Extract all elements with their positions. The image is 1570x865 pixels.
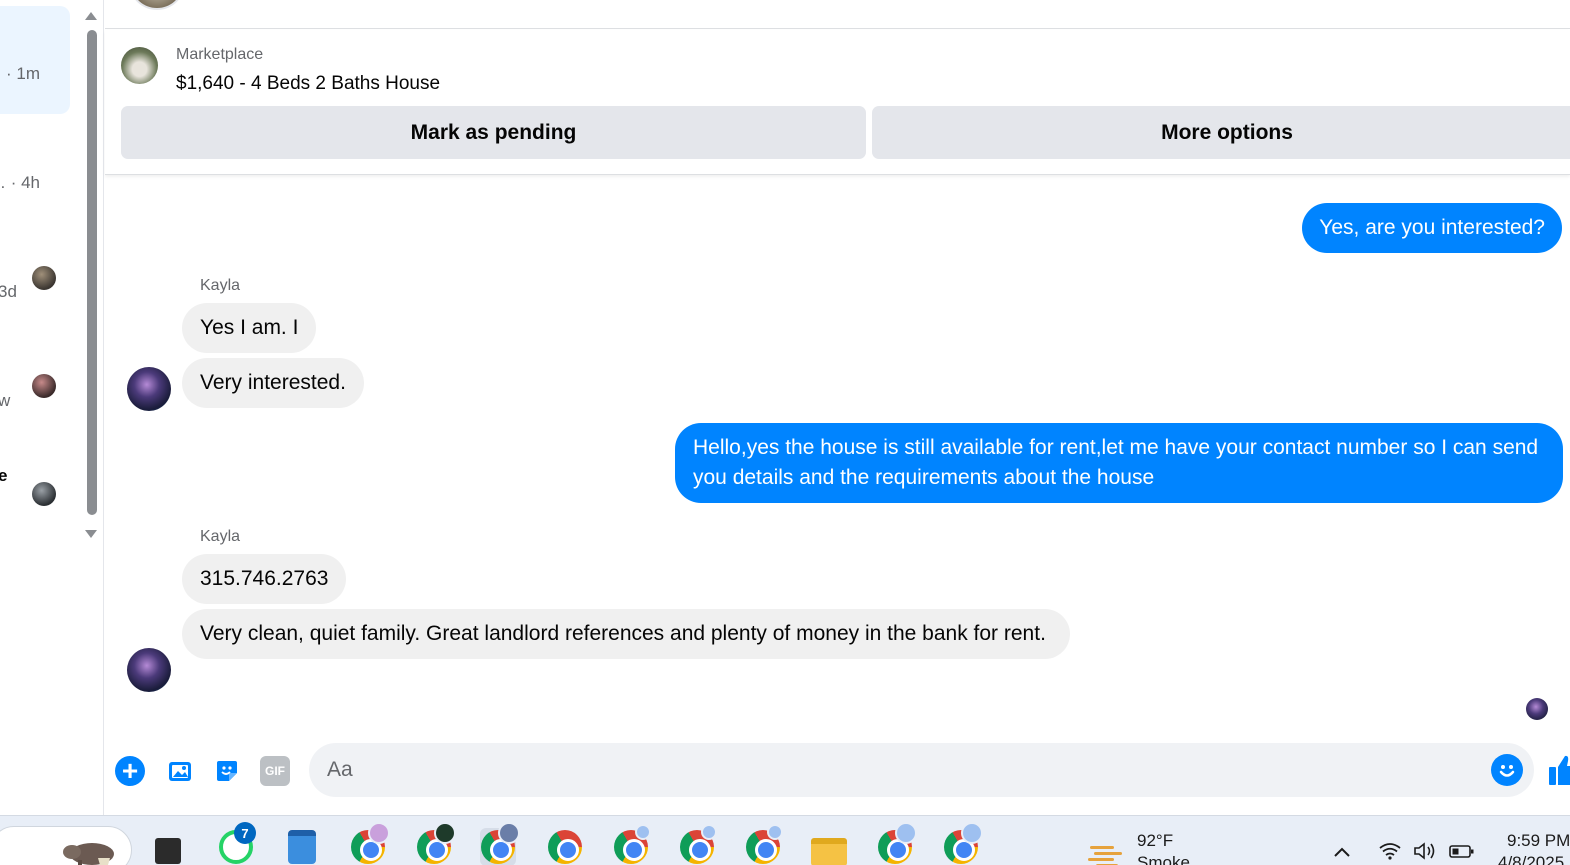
battery-icon[interactable] <box>1449 842 1475 865</box>
screen: · 1m … · 4h 3d w e Marketplace $1, <box>0 0 1570 865</box>
chrome-profile-icon[interactable] <box>613 824 651 865</box>
weather-description[interactable]: Smoke <box>1137 853 1190 865</box>
speaker-icon[interactable] <box>1413 842 1439 865</box>
whatsapp-badge: 7 <box>234 822 256 844</box>
chat-list-item[interactable]: … · 4h <box>0 116 70 224</box>
chrome-app-icon[interactable] <box>547 828 583 865</box>
sender-name: Kayla <box>200 277 241 294</box>
chat-list-scrollbar[interactable] <box>80 0 102 545</box>
chat-time: … · 4h <box>0 173 40 192</box>
scrollbar-thumb[interactable] <box>87 30 97 515</box>
taskbar: 7 92°F Smoke 9:59 PM 4/8/2025 <box>0 815 1570 865</box>
message-composer: + GIF <box>105 735 1570 805</box>
weather-temperature[interactable]: 92°F <box>1137 831 1173 851</box>
chrome-profile-icon[interactable] <box>877 822 917 865</box>
chat-time: · 1m <box>6 64 40 83</box>
outgoing-message[interactable]: Yes, are you interested? <box>1302 203 1562 253</box>
chrome-profile-icon[interactable] <box>416 822 456 865</box>
thumbs-up-icon[interactable] <box>1549 753 1570 789</box>
chevron-up-icon[interactable] <box>1333 842 1351 863</box>
wifi-icon[interactable] <box>1378 842 1402 865</box>
conversation-panel: Marketplace $1,640 - 4 Beds 2 Baths Hous… <box>105 0 1570 815</box>
more-options-button[interactable]: More options <box>872 106 1570 159</box>
marketplace-listing-header: Marketplace $1,640 - 4 Beds 2 Baths Hous… <box>105 30 1570 175</box>
chat-list-item[interactable]: · 1m <box>0 6 70 114</box>
sender-name: Kayla <box>200 528 241 545</box>
sender-avatar[interactable] <box>127 367 171 411</box>
mark-as-pending-button[interactable]: Mark as pending <box>121 106 866 159</box>
chat-list-item[interactable]: 3d <box>0 226 70 334</box>
incoming-message[interactable]: 315.746.2763 <box>182 554 347 604</box>
smoke-weather-icon[interactable] <box>1088 844 1124 865</box>
chat-seen-avatar <box>32 374 56 398</box>
chrome-profile-icon[interactable] <box>679 824 717 865</box>
listing-thumbnail[interactable] <box>121 47 158 84</box>
chat-list-item[interactable]: e <box>0 446 70 554</box>
chat-seen-avatar <box>32 266 56 290</box>
chat-time: w <box>0 391 11 410</box>
sender-avatar[interactable] <box>127 648 171 692</box>
chrome-profile-icon[interactable] <box>745 824 783 865</box>
marketplace-label: Marketplace <box>176 46 264 63</box>
chat-preview-text: e <box>0 466 8 485</box>
outgoing-message[interactable]: Hello,yes the house is still available f… <box>675 423 1563 503</box>
message-input[interactable] <box>309 743 1534 797</box>
seen-receipt-avatar <box>1526 698 1548 720</box>
file-explorer-icon[interactable] <box>811 828 847 865</box>
scroll-down-arrow-icon[interactable] <box>85 530 97 538</box>
divider <box>105 28 1570 29</box>
contact-avatar[interactable] <box>130 0 184 10</box>
clock-date[interactable]: 4/8/2025 <box>1498 853 1564 865</box>
chat-seen-avatar <box>32 482 56 506</box>
scroll-up-arrow-icon[interactable] <box>85 12 97 20</box>
chat-time: 3d <box>0 282 17 301</box>
chrome-profile-icon[interactable] <box>350 822 390 865</box>
notepad-app-icon[interactable] <box>284 828 320 865</box>
listing-title[interactable]: $1,640 - 4 Beds 2 Baths House <box>176 73 440 95</box>
plus-icon[interactable]: + <box>115 756 145 786</box>
chat-list-item[interactable]: w <box>0 336 70 444</box>
incoming-message[interactable]: Very interested. <box>182 358 364 408</box>
whatsapp-app-icon[interactable]: 7 <box>218 822 256 865</box>
sticker-icon[interactable] <box>212 756 242 786</box>
emoji-icon[interactable] <box>1491 754 1523 786</box>
chat-list-panel: · 1m … · 4h 3d w e <box>0 0 104 815</box>
clock-time[interactable]: 9:59 PM <box>1507 831 1570 851</box>
terminal-app-icon[interactable] <box>150 828 186 865</box>
gif-icon[interactable]: GIF <box>260 756 290 786</box>
incoming-message[interactable]: Very clean, quiet family. Great landlord… <box>182 609 1070 659</box>
photo-icon[interactable] <box>165 756 195 786</box>
chrome-profile-icon[interactable] <box>480 822 520 865</box>
tapir-search-highlight-icon[interactable] <box>60 838 120 865</box>
chrome-profile-icon[interactable] <box>943 822 983 865</box>
incoming-message[interactable]: Yes I am. I <box>182 303 317 353</box>
